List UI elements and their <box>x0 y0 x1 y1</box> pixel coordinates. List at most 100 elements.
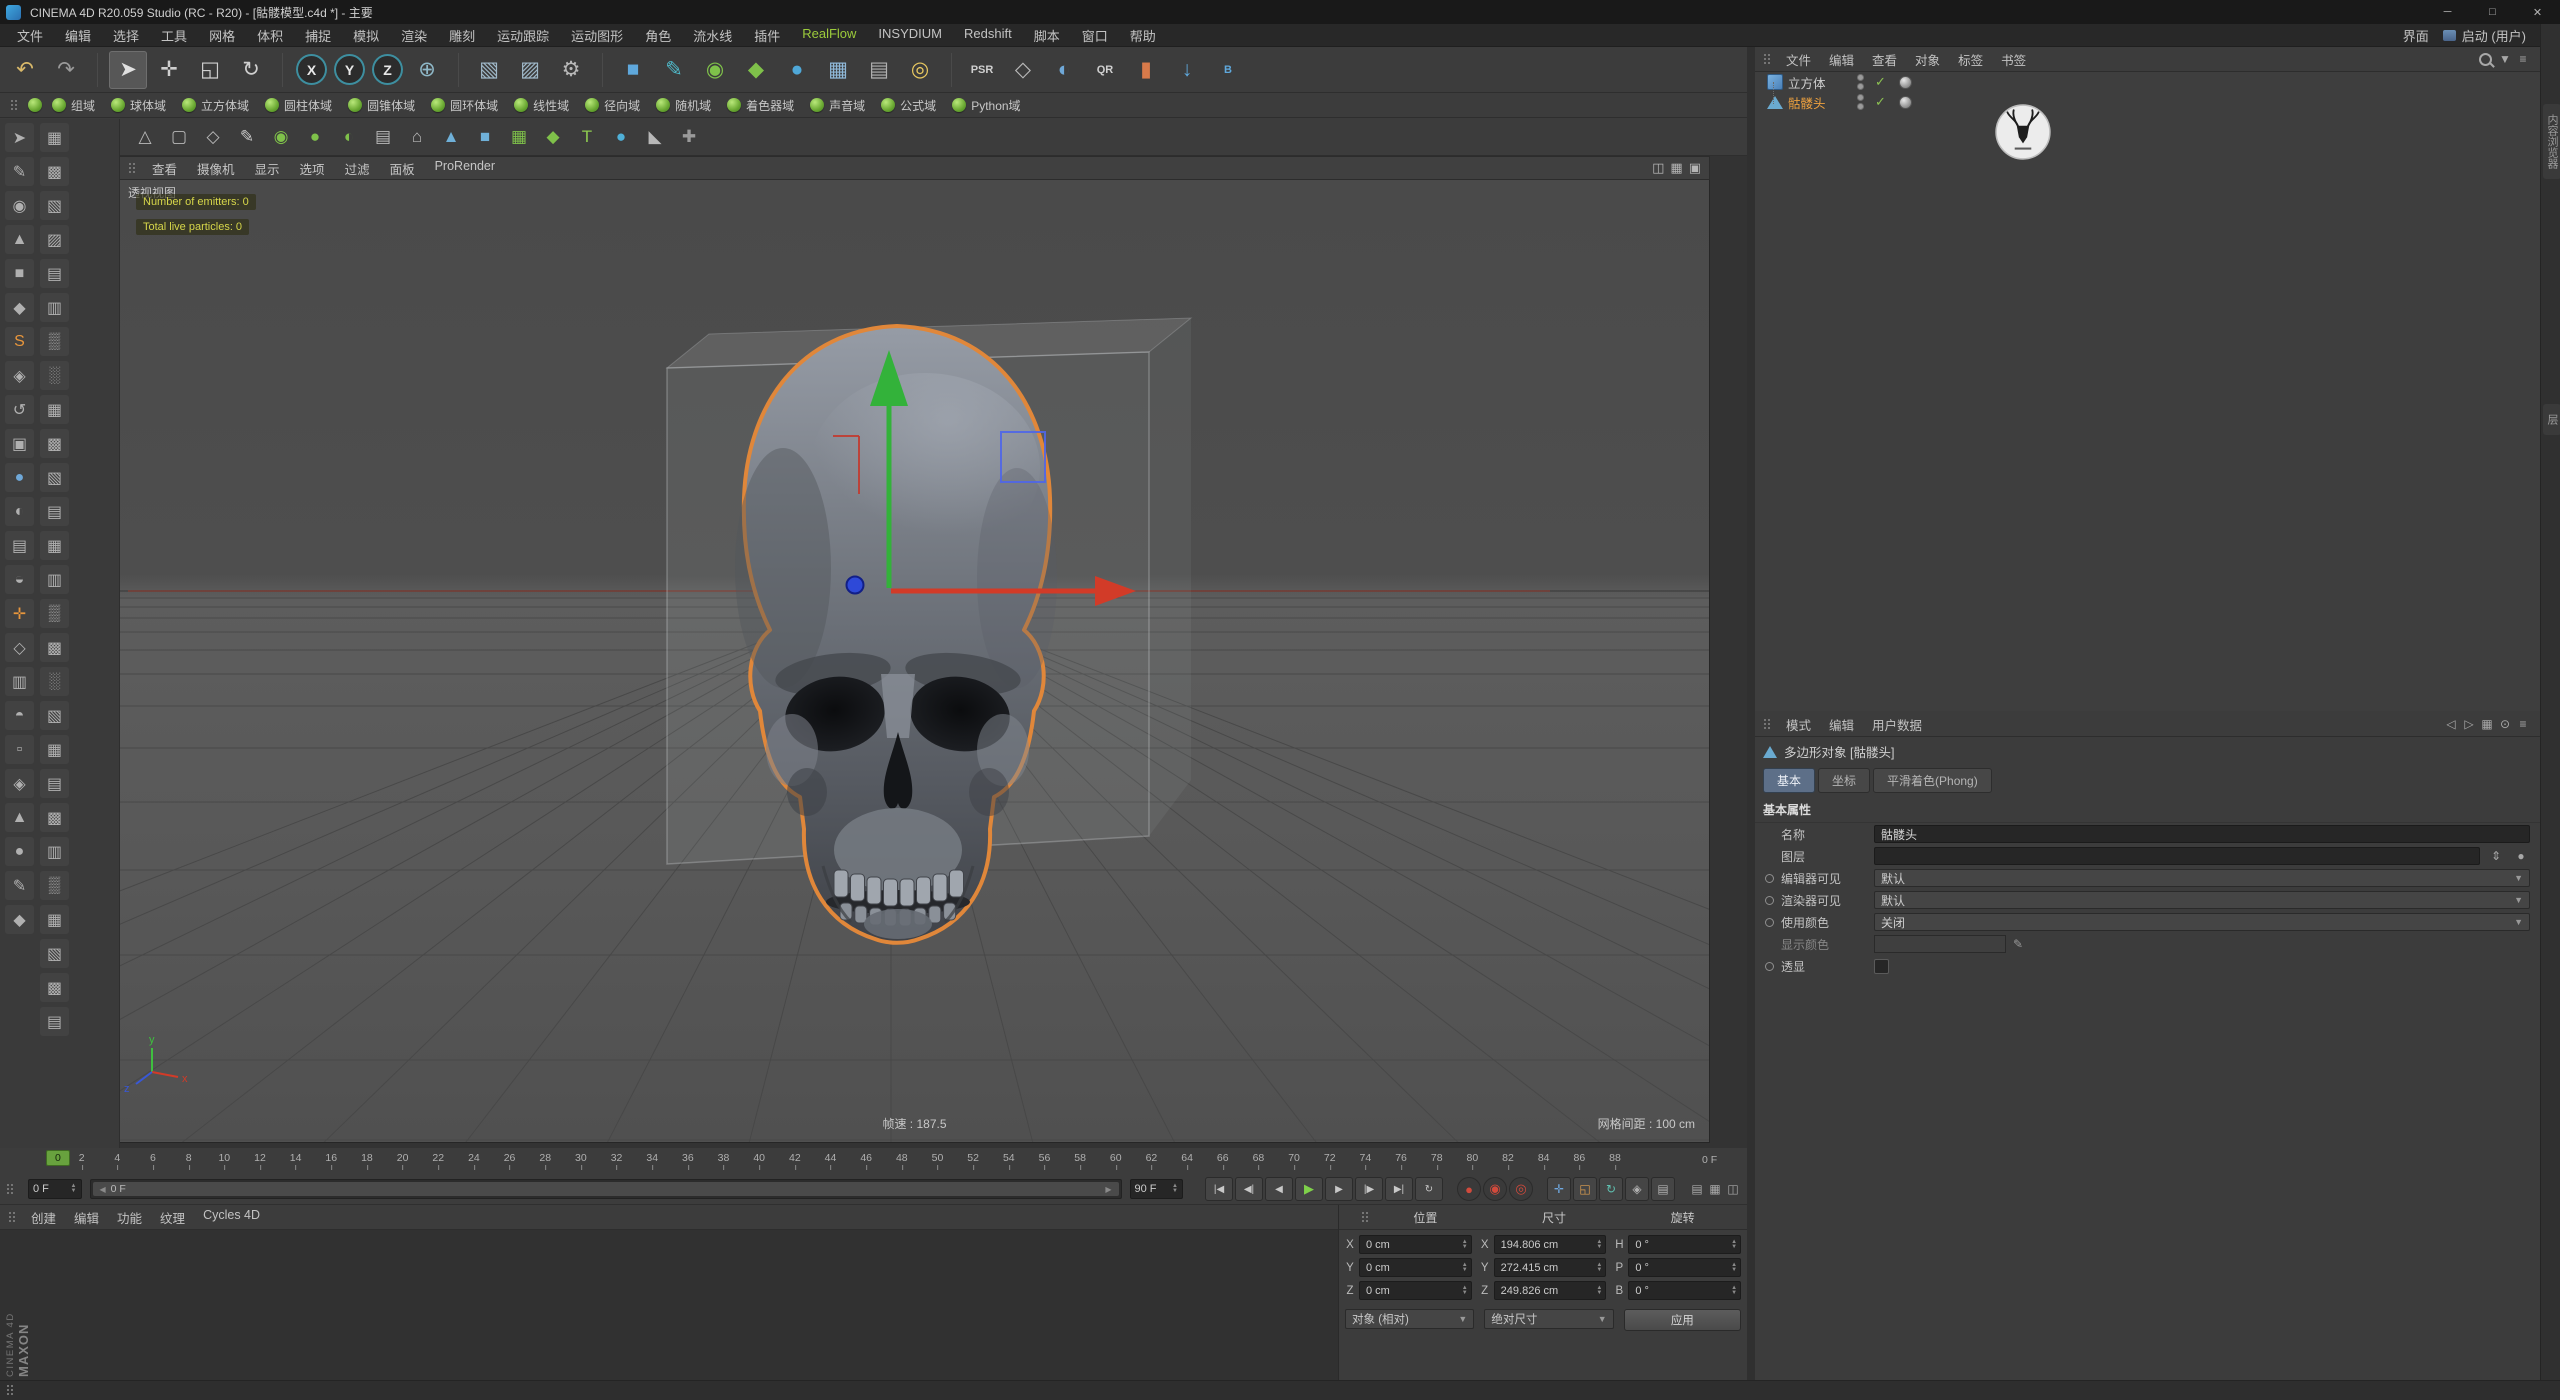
material-menu-item[interactable]: Cycles 4D <box>194 1206 269 1229</box>
palette-tool-icon[interactable]: ◇ <box>5 633 34 662</box>
timeline-tick[interactable]: 82 <box>1502 1152 1514 1170</box>
palette-tool-icon[interactable]: ◈ <box>5 361 34 390</box>
object-manager-menu-item[interactable]: 文件 <box>1777 48 1820 71</box>
render-view-button[interactable]: ▧ <box>470 51 508 89</box>
record-keyframe-button[interactable]: ● <box>1457 1177 1481 1201</box>
field-sphere-tool-icon[interactable]: ◉ <box>266 122 296 152</box>
add-spline-button[interactable]: ✎ <box>655 51 693 89</box>
palette-tool-icon[interactable]: ▤ <box>40 769 69 798</box>
use-color-dropdown[interactable]: 关闭 ▼ <box>1874 913 2530 931</box>
layer-updown-icon[interactable]: ⇕ <box>2487 849 2505 863</box>
timeline-tick[interactable]: 68 <box>1253 1152 1264 1170</box>
palette-tool-icon[interactable]: ▤ <box>40 497 69 526</box>
editor-visibility-dot[interactable] <box>1857 74 1864 81</box>
stepper-icon[interactable]: ▲ ▼ <box>1596 1262 1602 1273</box>
field-button[interactable]: 径向域 <box>579 96 646 115</box>
palette-tool-icon[interactable]: ✛ <box>5 599 34 628</box>
timeline-tick[interactable]: 42 <box>789 1152 801 1170</box>
next-frame-button[interactable]: ▶ <box>1325 1177 1353 1201</box>
viewport-menu-item[interactable]: 查看 <box>142 158 187 179</box>
palette-tool-icon[interactable]: ▩ <box>40 429 69 458</box>
vertical-splitter[interactable] <box>1747 47 1755 1380</box>
viewport-3d-scene[interactable]: y x z <box>120 180 1710 1143</box>
menubar-item[interactable]: 体积 <box>246 24 294 47</box>
timeline-tick[interactable]: 6 <box>150 1152 156 1170</box>
palette-tool-icon[interactable]: ▒ <box>40 327 69 356</box>
object-manager-menu-item[interactable]: 查看 <box>1863 48 1906 71</box>
layer-input[interactable] <box>1874 847 2480 865</box>
field-button[interactable]: 公式域 <box>875 96 942 115</box>
palette-tool-icon[interactable]: ◉ <box>5 191 34 220</box>
y-axis-lock-button[interactable]: Y <box>334 54 365 85</box>
palette-tool-icon[interactable]: ▨ <box>40 225 69 254</box>
timeline-tick[interactable]: 46 <box>860 1152 872 1170</box>
stepper-icon[interactable]: ▲ ▼ <box>1731 1285 1737 1296</box>
dopesheet-mode-icon[interactable]: ◫ <box>1725 1180 1741 1198</box>
attribute-manager-menu-item[interactable]: 用户数据 <box>1863 713 1931 736</box>
viewport-canvas[interactable]: y x z 透视视图 Number of emitters: 0 Total l… <box>119 180 1710 1143</box>
layout-switcher[interactable]: 启动 (用户) <box>2442 26 2526 45</box>
palette-tool-icon[interactable]: ▤ <box>40 259 69 288</box>
quantize-tool-button[interactable]: ◇ <box>1004 51 1042 89</box>
coord-value-field[interactable]: 0 cm ▲ ▼ <box>1359 1258 1472 1277</box>
color-picker-icon[interactable]: ✎ <box>2013 937 2023 951</box>
palette-tool-icon[interactable]: ▩ <box>40 803 69 832</box>
attribute-manager-menu-item[interactable]: 编辑 <box>1820 713 1863 736</box>
size-mode-dropdown[interactable]: 绝对尺寸 ▼ <box>1484 1309 1614 1329</box>
palette-tool-icon[interactable]: ▥ <box>40 565 69 594</box>
menubar-item[interactable]: 文件 <box>6 24 54 47</box>
psr-transfer-button[interactable]: PSR <box>963 51 1001 89</box>
pen-tool-icon[interactable]: ✎ <box>232 122 262 152</box>
panel-options-icon[interactable]: ≡ <box>2514 52 2532 66</box>
field-button[interactable]: 随机域 <box>650 96 717 115</box>
current-frame-field[interactable]: 0 F ▲ ▼ <box>28 1179 82 1199</box>
palette-tool-icon[interactable]: ▧ <box>40 191 69 220</box>
palette-tool-icon[interactable]: ▤ <box>40 1007 69 1036</box>
menubar-item[interactable]: 工具 <box>150 24 198 47</box>
coord-value-field[interactable]: 0 cm ▲ ▼ <box>1359 1235 1472 1254</box>
palette-tool-icon[interactable]: ▦ <box>40 123 69 152</box>
timeline-tick[interactable]: 54 <box>1003 1152 1015 1170</box>
stepper-icon[interactable]: ▲ ▼ <box>1596 1285 1602 1296</box>
material-menu-item[interactable]: 纹理 <box>151 1206 194 1229</box>
name-input[interactable]: 骷髅头 <box>1874 825 2530 843</box>
goto-start-button[interactable]: |◀ <box>1205 1177 1233 1201</box>
coord-value-field[interactable]: 249.826 cm ▲ ▼ <box>1493 1281 1607 1300</box>
b-tool-button[interactable]: B <box>1209 51 1247 89</box>
panel-grip-icon[interactable] <box>10 98 18 112</box>
x-axis-lock-button[interactable]: X <box>296 54 327 85</box>
stepper-icon[interactable]: ▲ ▼ <box>1462 1262 1468 1273</box>
palette-tool-icon[interactable]: ▲ <box>5 225 34 254</box>
maximize-view-icon[interactable]: ▣ <box>1689 160 1701 176</box>
rect-tool-icon[interactable]: ▢ <box>164 122 194 152</box>
timeline-tick[interactable]: 60 <box>1110 1152 1122 1170</box>
sphere-projection-button[interactable]: ◐ <box>1045 51 1083 89</box>
timeline-range-slider[interactable]: ◀ 0 F ▶ <box>89 1179 1122 1199</box>
timeline-tick[interactable]: 28 <box>539 1152 551 1170</box>
sphere-tool-icon[interactable]: ● <box>606 122 636 152</box>
timeline-ruler[interactable]: 0 2 4 6 8 10 12 14 16 18 20 22 24 26 28 30 32 34 36 38 40 42 4… <box>0 1148 1747 1175</box>
plus-tool-icon[interactable]: ✚ <box>674 122 704 152</box>
palette-tool-icon[interactable]: ▒ <box>40 871 69 900</box>
enabled-check-icon[interactable]: ✓ <box>1875 74 1886 90</box>
timeline-playhead[interactable]: 0 <box>46 1150 70 1166</box>
autokey-button[interactable]: ◉ <box>1483 1177 1507 1201</box>
panel-grip-icon[interactable] <box>6 1182 14 1196</box>
dock-tab[interactable]: 层 <box>2543 404 2560 435</box>
panel-grip-icon[interactable] <box>128 161 136 175</box>
menubar-item[interactable]: Redshift <box>953 24 1023 47</box>
text-field-tool-icon[interactable]: T <box>572 122 602 152</box>
viewport-menu-item[interactable]: 显示 <box>245 158 290 179</box>
palette-tool-icon[interactable]: ▲ <box>5 803 34 832</box>
timeline-tick[interactable]: 72 <box>1324 1152 1336 1170</box>
display-color-swatch[interactable] <box>1874 935 2006 953</box>
material-list-area[interactable]: CINEMA 4D MAXON <box>0 1230 1338 1381</box>
timeline-tick[interactable]: 12 <box>254 1152 266 1170</box>
palette-tool-icon[interactable]: ↺ <box>5 395 34 424</box>
timeline-tick[interactable]: 58 <box>1074 1152 1086 1170</box>
menubar-item[interactable]: 插件 <box>743 24 791 47</box>
diamond-tool-icon[interactable]: ◇ <box>198 122 228 152</box>
key-position-toggle[interactable]: ✛ <box>1547 1177 1571 1201</box>
attribute-tab[interactable]: 平滑着色(Phong) <box>1873 768 1992 793</box>
lock-icon[interactable]: ⊙ <box>2496 717 2514 731</box>
